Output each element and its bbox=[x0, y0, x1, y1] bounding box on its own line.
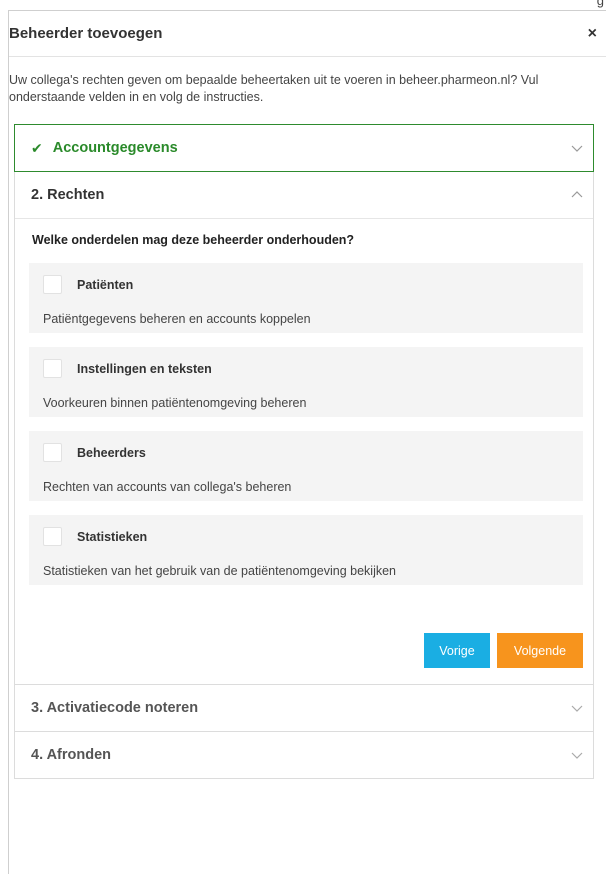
checkbox-statistieken[interactable] bbox=[43, 527, 62, 546]
next-button[interactable]: Volgende bbox=[497, 633, 583, 668]
option-description: Patiëntgegevens beheren en accounts kopp… bbox=[43, 312, 311, 326]
option-label: Instellingen en teksten bbox=[77, 361, 212, 376]
close-button[interactable]: × bbox=[582, 25, 603, 43]
option-patienten: Patiënten Patiëntgegevens beheren en acc… bbox=[29, 263, 583, 333]
chevron-down-icon bbox=[571, 142, 583, 154]
modal-title: Beheerder toevoegen bbox=[9, 25, 163, 42]
question-text: Welke onderdelen mag deze beheerder onde… bbox=[32, 233, 355, 247]
chevron-down-icon bbox=[571, 702, 583, 714]
corner-text: g bbox=[596, 0, 604, 8]
option-description: Rechten van accounts van collega's beher… bbox=[43, 480, 292, 494]
check-icon: ✔ bbox=[31, 139, 43, 156]
step-afronden-header[interactable]: 4. Afronden bbox=[15, 732, 593, 778]
modal-header: Beheerder toevoegen × bbox=[9, 11, 606, 57]
step-title: 3. Activatiecode noteren bbox=[31, 700, 199, 716]
option-statistieken: Statistieken Statistieken van het gebrui… bbox=[29, 515, 583, 585]
checkbox-beheerders[interactable] bbox=[43, 443, 62, 462]
option-beheerders: Beheerders Rechten van accounts van coll… bbox=[29, 431, 583, 501]
step-activatiecode-header[interactable]: 3. Activatiecode noteren bbox=[15, 685, 593, 731]
chevron-up-icon bbox=[571, 189, 583, 201]
step-afronden: 4. Afronden bbox=[14, 732, 594, 779]
option-label: Statistieken bbox=[77, 529, 148, 544]
previous-button[interactable]: Vorige bbox=[424, 633, 490, 668]
step-title: 2. Rechten bbox=[31, 187, 105, 203]
checkbox-patienten[interactable] bbox=[43, 275, 62, 294]
option-description: Statistieken van het gebruik van de pati… bbox=[43, 564, 397, 578]
step-title: Accountgegevens bbox=[52, 140, 178, 156]
step-accountgegevens: ✔ Accountgegevens bbox=[14, 124, 594, 172]
option-label: Patiënten bbox=[77, 277, 134, 292]
step-activatiecode: 3. Activatiecode noteren bbox=[14, 685, 594, 732]
option-label: Beheerders bbox=[77, 445, 146, 460]
steps-accordion: ✔ Accountgegevens 2. Rechten Welke onder… bbox=[14, 124, 594, 779]
chevron-down-icon bbox=[571, 749, 583, 761]
option-description: Voorkeuren binnen patiëntenomgeving behe… bbox=[43, 396, 307, 410]
checkbox-instellingen[interactable] bbox=[43, 359, 62, 378]
step-buttons: Vorige Volgende bbox=[29, 599, 583, 684]
intro-text: Uw collega's rechten geven om bepaalde b… bbox=[9, 73, 539, 104]
step-rechten: 2. Rechten Welke onderdelen mag deze beh… bbox=[14, 172, 594, 685]
step-rechten-body: Welke onderdelen mag deze beheerder onde… bbox=[15, 218, 593, 684]
option-instellingen: Instellingen en teksten Voorkeuren binne… bbox=[29, 347, 583, 417]
step-rechten-header[interactable]: 2. Rechten bbox=[15, 172, 593, 218]
step-title: 4. Afronden bbox=[31, 747, 112, 763]
step-accountgegevens-header[interactable]: ✔ Accountgegevens bbox=[15, 125, 593, 171]
